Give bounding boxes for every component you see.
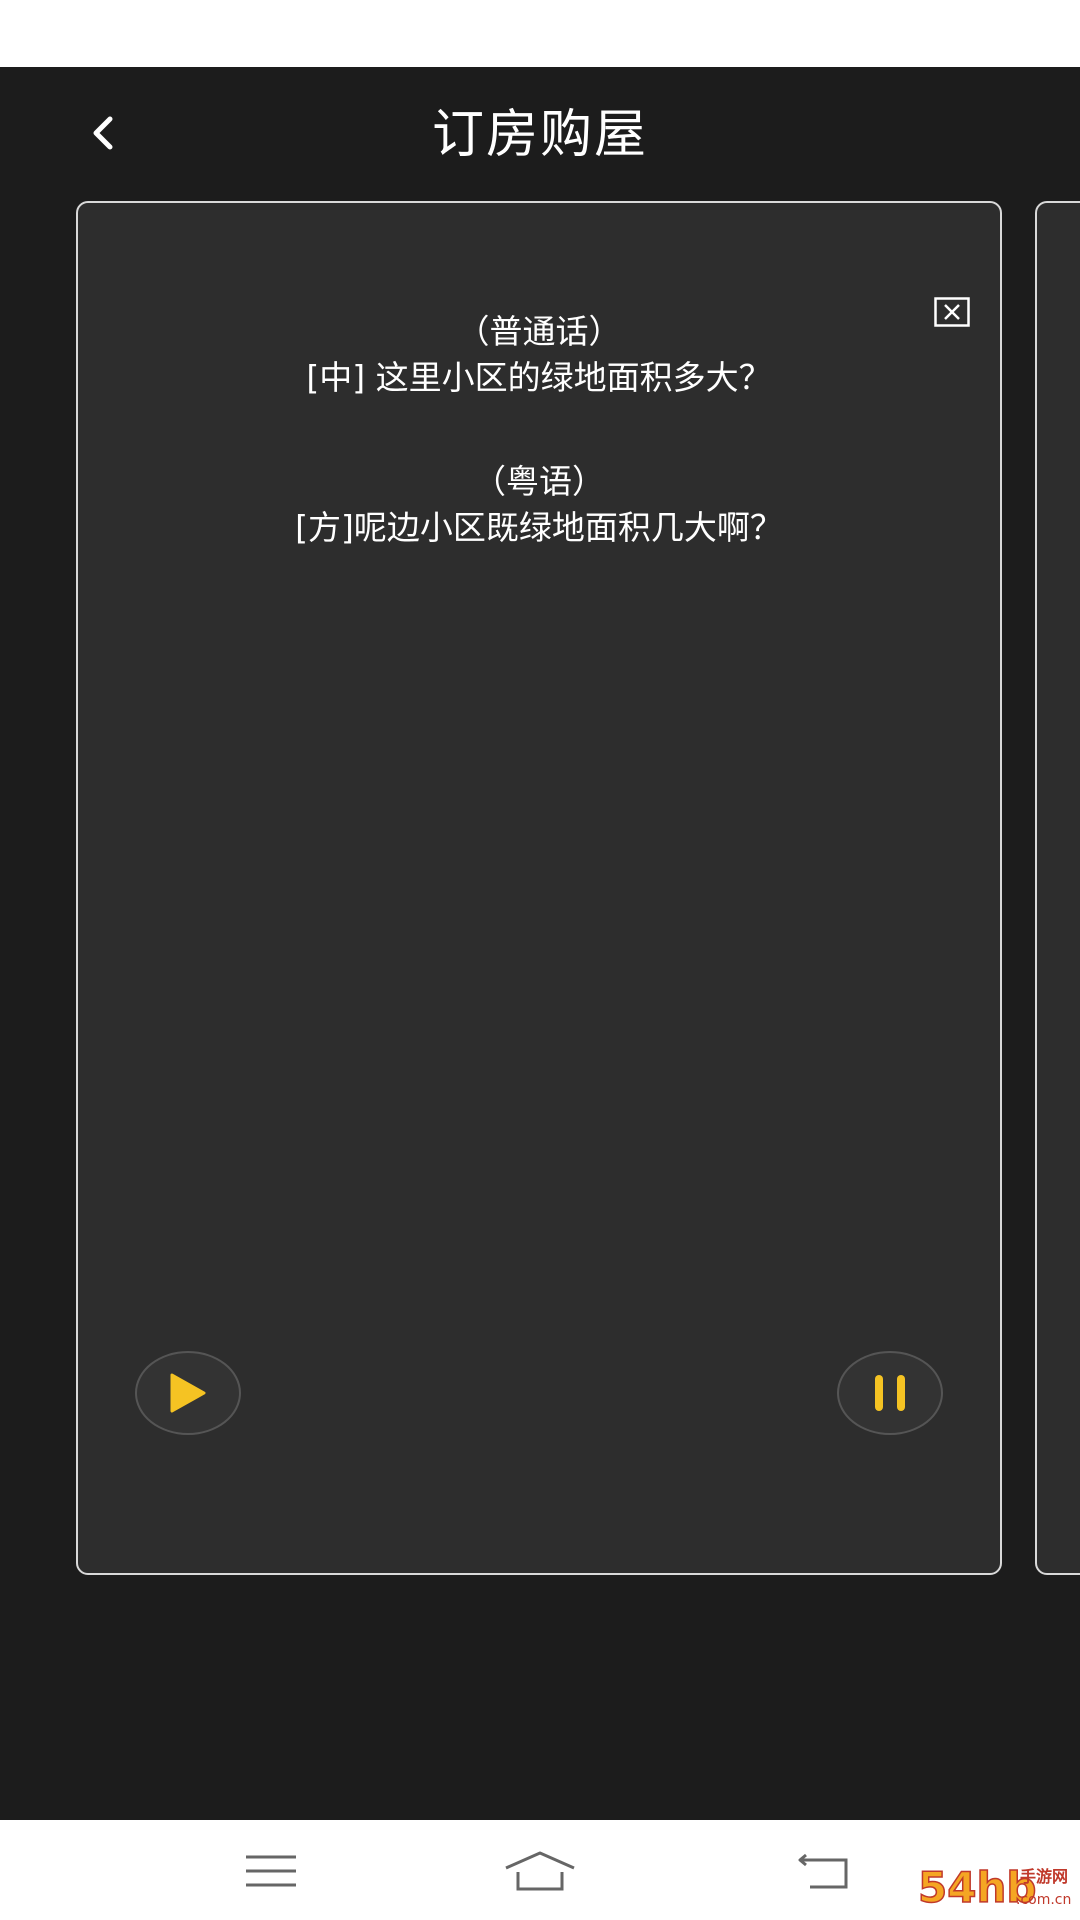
app-screen: 订房购屋 （普通话） [中] 这里小区的绿地面积多大？ （粤语） [方]呢边小区… (0, 67, 1080, 1820)
play-icon (170, 1373, 206, 1413)
page-title: 订房购屋 (431, 105, 648, 165)
phrase-label: （粤语） (473, 462, 605, 501)
home-icon (505, 1851, 575, 1891)
status-bar (0, 0, 1080, 67)
watermark-logo: 54hb 手游网 .com.cn (916, 1858, 1076, 1916)
next-card-peek[interactable] (1035, 201, 1080, 1575)
svg-text:.com.cn: .com.cn (1016, 1892, 1071, 1908)
phrase-cantonese: （粤语） [方]呢边小区既绿地面积几大啊？ (78, 459, 1000, 551)
menu-button[interactable] (231, 1846, 311, 1896)
phrase-text: [方]呢边小区既绿地面积几大啊？ (295, 508, 783, 547)
header: 订房购屋 (0, 67, 1080, 201)
play-button[interactable] (135, 1351, 241, 1435)
phrase-label: （普通话） (456, 312, 622, 351)
system-back-button[interactable] (784, 1846, 864, 1896)
svg-text:手游网: 手游网 (1020, 1867, 1068, 1886)
phrase-mandarin: （普通话） [中] 这里小区的绿地面积多大？ (78, 309, 1000, 401)
pause-icon (875, 1375, 905, 1411)
pause-button[interactable] (837, 1351, 943, 1435)
back-icon (798, 1853, 848, 1889)
phrase-card[interactable]: （普通话） [中] 这里小区的绿地面积多大？ （粤语） [方]呢边小区既绿地面积… (76, 201, 1002, 1575)
menu-icon (246, 1855, 296, 1887)
system-nav-bar: 54hb 手游网 .com.cn (0, 1820, 1080, 1920)
home-button[interactable] (500, 1846, 580, 1896)
phrase-text: [中] 这里小区的绿地面积多大？ (306, 358, 772, 397)
